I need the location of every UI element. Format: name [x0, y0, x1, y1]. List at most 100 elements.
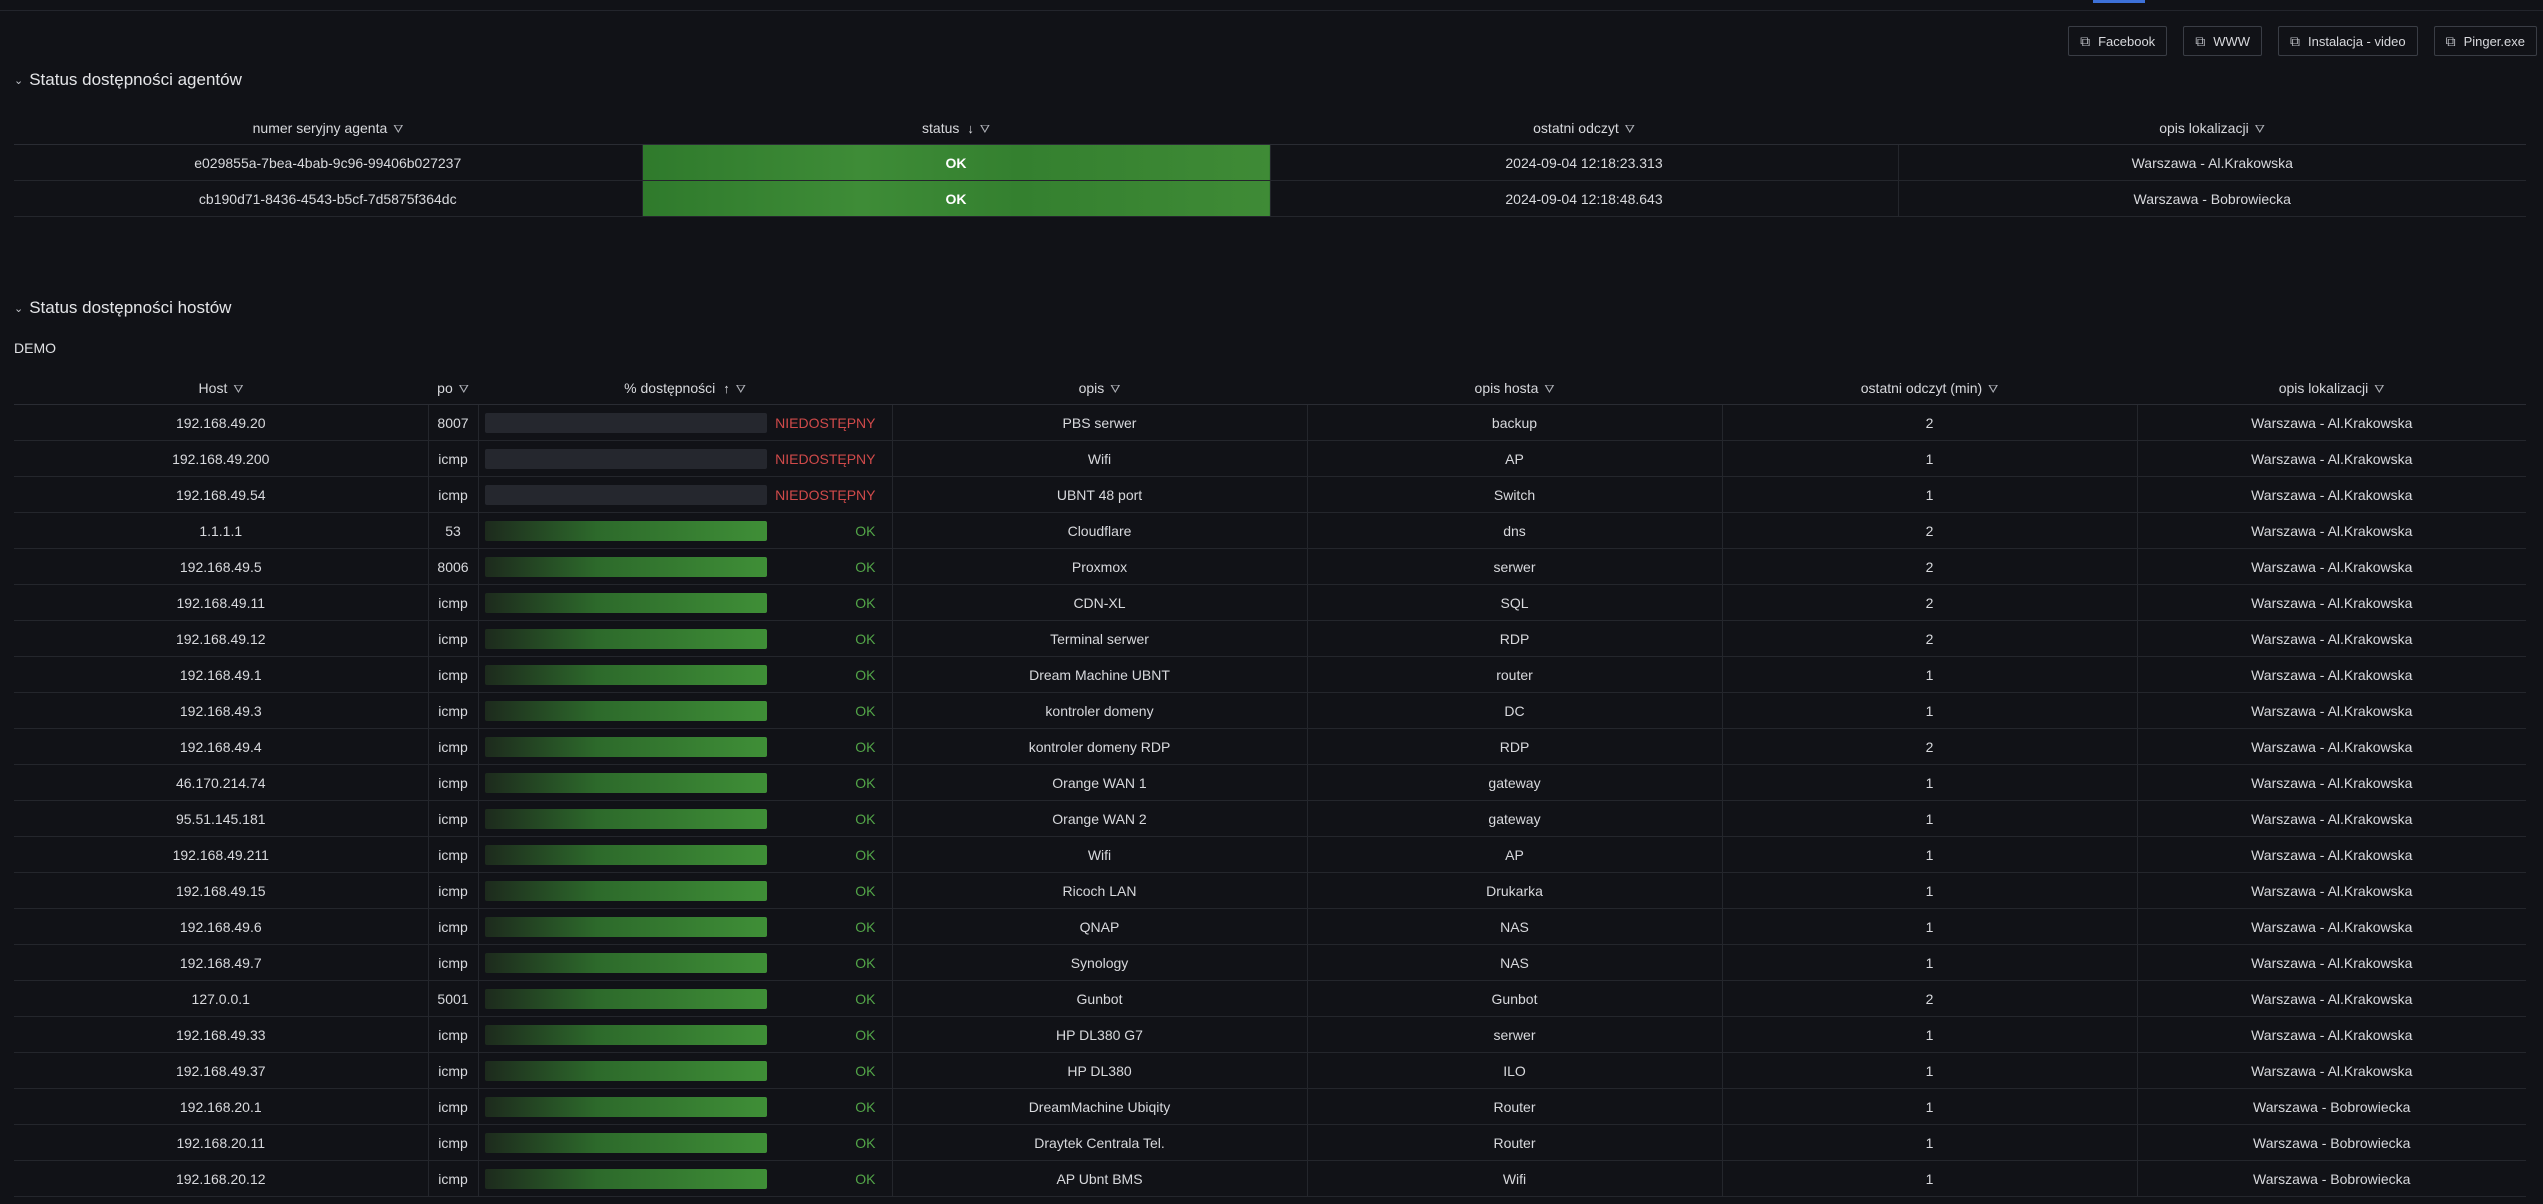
last-read-minutes: 1 [1721, 944, 2137, 981]
column-header-host-description[interactable]: opis hosta ⛛ [1307, 372, 1722, 405]
agents-section-header[interactable]: ⌄ Status dostępności agentów [14, 70, 242, 90]
filter-icon[interactable]: ⛛ [1988, 382, 1998, 397]
gauge-track [484, 880, 767, 901]
host-type: ILO [1306, 1052, 1722, 1089]
last-read-minutes: 1 [1721, 872, 2137, 909]
gauge-track [484, 1168, 767, 1189]
gauge-fill [484, 952, 767, 973]
host-type: gateway [1306, 764, 1722, 801]
gauge-fill [484, 1168, 767, 1189]
host-type: gateway [1306, 800, 1722, 837]
host-description: PBS serwer [891, 404, 1307, 441]
host-description: Dream Machine UBNT [891, 656, 1307, 693]
column-header-description[interactable]: opis ⛛ [892, 372, 1307, 405]
column-header-location[interactable]: opis lokalizacji ⛛ [1898, 112, 2526, 145]
column-header-status[interactable]: status ↓ ⛛ [642, 112, 1270, 145]
availability-bar-gauge: NIEDOSTĘPNY [479, 441, 892, 476]
availability-status: OK [855, 522, 876, 539]
pinger-exe-link[interactable]: ⧉ Pinger.exe [2433, 26, 2537, 56]
host-address: 95.51.145.181 [14, 800, 428, 837]
column-header-host[interactable]: Host ⛛ [14, 372, 428, 405]
filter-icon[interactable]: ⛛ [2374, 382, 2384, 397]
table-row: 192.168.49.5 8006 OK Proxmox serwer 2 Warszawa… [14, 548, 2526, 585]
gauge-track [484, 952, 767, 973]
agent-serial: e029855a-7bea-4bab-9c96-99406b027237 [14, 144, 642, 181]
host-port: icmp [427, 620, 478, 657]
gauge-fill [484, 628, 767, 649]
column-header-last-read-min[interactable]: ostatni odczyt (min) ⛛ [1722, 372, 2137, 405]
column-header-serial[interactable]: numer seryjny agenta ⛛ [14, 112, 642, 145]
host-address: 192.168.49.54 [14, 476, 428, 513]
host-type: RDP [1306, 728, 1722, 765]
filter-icon[interactable]: ⛛ [233, 382, 243, 397]
availability-gauge: OK [477, 728, 892, 765]
host-address: 192.168.49.12 [14, 620, 428, 657]
dashboard-links: ⧉ Facebook ⧉ WWW ⧉ Instalacja - video ⧉ … [2068, 26, 2537, 56]
table-row: 192.168.20.1 icmp OK DreamMachine Ubiqity Ro… [14, 1088, 2526, 1125]
filter-icon[interactable]: ⛛ [980, 122, 990, 137]
availability-bar-gauge: OK [479, 837, 892, 872]
availability-bar-gauge: OK [479, 621, 892, 656]
filter-icon[interactable]: ⛛ [459, 382, 469, 397]
availability-gauge: OK [477, 1052, 892, 1089]
table-row: 192.168.49.12 icmp OK Terminal serwer RDP 2 Wa… [14, 620, 2526, 657]
host-description: HP DL380 G7 [891, 1016, 1307, 1053]
host-port: icmp [427, 1160, 478, 1197]
filter-icon[interactable]: ⛛ [1110, 382, 1120, 397]
hosts-section-header[interactable]: ⌄ Status dostępności hostów [14, 298, 231, 318]
host-port: 53 [427, 512, 478, 549]
last-read-minutes: 1 [1721, 800, 2137, 837]
host-type: serwer [1306, 548, 1722, 585]
last-read-minutes: 1 [1721, 1088, 2137, 1125]
host-port: icmp [427, 728, 478, 765]
gauge-track [484, 736, 767, 757]
gauge-track [484, 1024, 767, 1045]
host-location: Warszawa - Al.Krakowska [2136, 872, 2526, 909]
www-link[interactable]: ⧉ WWW [2183, 26, 2262, 56]
table-row: 192.168.49.37 icmp OK HP DL380 ILO 1 Warszawa … [14, 1052, 2526, 1089]
host-address: 192.168.49.37 [14, 1052, 428, 1089]
availability-status: OK [855, 1062, 876, 1079]
gauge-fill [484, 988, 767, 1009]
host-location: Warszawa - Al.Krakowska [2136, 620, 2526, 657]
availability-bar-gauge: OK [479, 1053, 892, 1088]
filter-icon[interactable]: ⛛ [2255, 122, 2265, 137]
agent-last-read: 2024-09-04 12:18:23.313 [1269, 144, 1898, 181]
host-address: 192.168.49.7 [14, 944, 428, 981]
filter-icon[interactable]: ⛛ [736, 382, 746, 397]
host-location: Warszawa - Al.Krakowska [2136, 944, 2526, 981]
host-description: HP DL380 [891, 1052, 1307, 1089]
column-header-availability[interactable]: % dostępności ↑ ⛛ [478, 372, 892, 405]
availability-gauge: NIEDOSTĘPNY [477, 476, 892, 513]
column-header-port[interactable]: po ⛛ [428, 372, 478, 405]
host-port: icmp [427, 872, 478, 909]
availability-status: NIEDOSTĘPNY [775, 486, 876, 503]
filter-icon[interactable]: ⛛ [1625, 122, 1635, 137]
availability-bar-gauge: OK [479, 1089, 892, 1124]
host-description: Wifi [891, 440, 1307, 477]
installation-video-link[interactable]: ⧉ Instalacja - video [2278, 26, 2418, 56]
availability-gauge: OK [477, 584, 892, 621]
agent-last-read: 2024-09-04 12:18:48.643 [1269, 180, 1898, 217]
sort-descending-icon[interactable]: ↓ [967, 121, 974, 136]
host-type: Switch [1306, 476, 1722, 513]
filter-icon[interactable]: ⛛ [393, 122, 403, 137]
host-description: CDN-XL [891, 584, 1307, 621]
column-header-last-read[interactable]: ostatni odczyt ⛛ [1270, 112, 1898, 145]
sort-ascending-icon[interactable]: ↑ [723, 381, 730, 396]
host-address: 127.0.0.1 [14, 980, 428, 1017]
facebook-link[interactable]: ⧉ Facebook [2068, 26, 2168, 56]
last-read-minutes: 1 [1721, 656, 2137, 693]
availability-bar-gauge: OK [479, 729, 892, 764]
availability-gauge: NIEDOSTĘPNY [477, 440, 892, 477]
host-port: icmp [427, 944, 478, 981]
host-port: icmp [427, 1088, 478, 1125]
availability-bar-gauge: OK [479, 909, 892, 944]
filter-icon[interactable]: ⛛ [1544, 382, 1554, 397]
availability-gauge: OK [477, 692, 892, 729]
chevron-down-icon: ⌄ [14, 74, 24, 87]
host-port: icmp [427, 656, 478, 693]
availability-status: OK [855, 774, 876, 791]
column-header-location[interactable]: opis lokalizacji ⛛ [2137, 372, 2526, 405]
external-link-icon: ⧉ [2080, 32, 2091, 49]
